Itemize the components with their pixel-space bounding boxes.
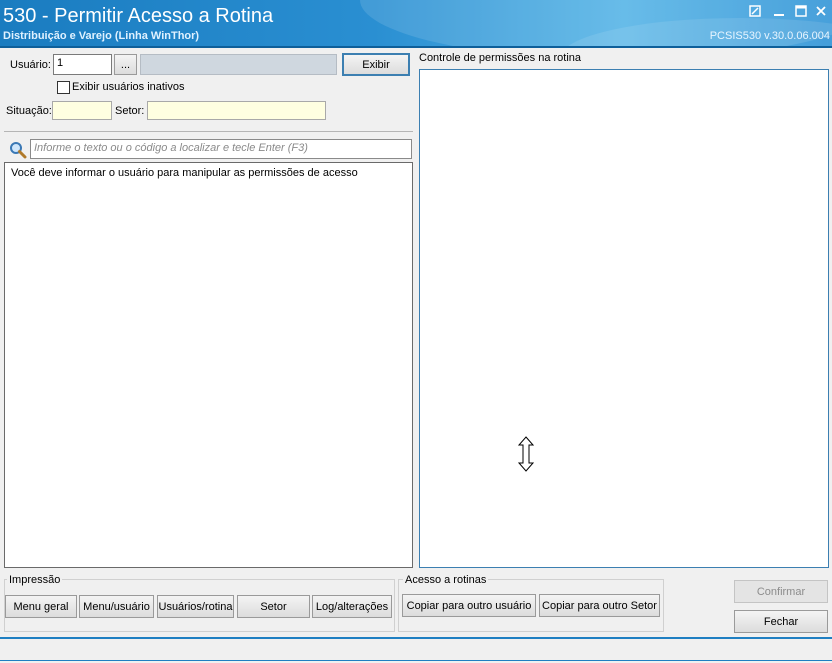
menu-geral-button[interactable]: Menu geral (5, 595, 77, 618)
fechar-label: Fechar (763, 615, 799, 628)
status-bar (0, 637, 832, 663)
log-alteracoes-label: Log/alterações (315, 600, 389, 613)
usuario-name-field (140, 54, 337, 75)
menu-usuario-button[interactable]: Menu/usuário (79, 595, 154, 618)
usuario-code-input[interactable]: 1 (53, 54, 112, 75)
window-title: 530 - Permitir Acesso a Rotina (3, 5, 274, 27)
window-subtitle: Distribuição e Varejo (Linha WinThor) (3, 30, 200, 42)
setor-input[interactable] (147, 101, 326, 120)
confirmar-label: Confirmar (756, 585, 806, 598)
maximize-icon[interactable] (794, 5, 808, 19)
situacao-label: Situação: (6, 105, 52, 117)
resize-cursor-icon (517, 436, 535, 472)
log-alteracoes-button[interactable]: Log/alterações (312, 595, 392, 618)
permissions-title: Controle de permissões na rotina (419, 52, 582, 64)
title-separator (0, 46, 832, 48)
acesso-title: Acesso a rotinas (403, 574, 489, 586)
impressao-title: Impressão (7, 574, 63, 586)
copiar-usuario-button[interactable]: Copiar para outro usuário (402, 594, 536, 617)
situacao-input[interactable] (52, 101, 112, 120)
copiar-setor-label: Copiar para outro Setor (542, 599, 657, 612)
copiar-setor-button[interactable]: Copiar para outro Setor (539, 594, 660, 617)
setor-button[interactable]: Setor (237, 595, 310, 618)
fechar-button[interactable]: Fechar (734, 610, 828, 633)
exibir-button[interactable]: Exibir (342, 53, 410, 76)
search-icon (9, 141, 27, 159)
menu-usuario-label: Menu/usuário (83, 600, 150, 613)
status-bar-line (0, 660, 832, 661)
usuarios-rotina-label: Usuários/rotina (158, 600, 233, 613)
confirmar-button[interactable]: Confirmar (734, 580, 828, 603)
exibir-button-label: Exibir (362, 58, 390, 71)
search-input[interactable]: Informe o texto ou o código a localizar … (30, 139, 412, 159)
copiar-usuario-label: Copiar para outro usuário (406, 599, 532, 612)
setor-label: Setor: (115, 105, 145, 117)
minimize-icon[interactable] (772, 5, 786, 19)
usuario-lookup-button[interactable]: ... (114, 54, 137, 75)
restore-icon[interactable] (748, 5, 762, 19)
close-icon[interactable] (814, 5, 828, 19)
inativos-label: Exibir usuários inativos (72, 81, 185, 93)
menu-geral-label: Menu geral (13, 600, 69, 613)
title-bar: 530 - Permitir Acesso a Rotina Distribui… (0, 0, 832, 46)
inativos-checkbox[interactable] (57, 81, 70, 94)
usuario-label: Usuário: (10, 59, 51, 71)
usuarios-rotina-button[interactable]: Usuários/rotina (157, 595, 234, 618)
setor-button-label: Setor (260, 600, 287, 613)
menu-tree-panel[interactable]: Você deve informar o usuário para manipu… (4, 162, 413, 568)
permissions-panel[interactable] (419, 69, 829, 568)
divider (4, 131, 413, 132)
version-label: PCSIS530 v.30.0.06.004 (709, 30, 830, 42)
empty-message: Você deve informar o usuário para manipu… (11, 167, 358, 179)
